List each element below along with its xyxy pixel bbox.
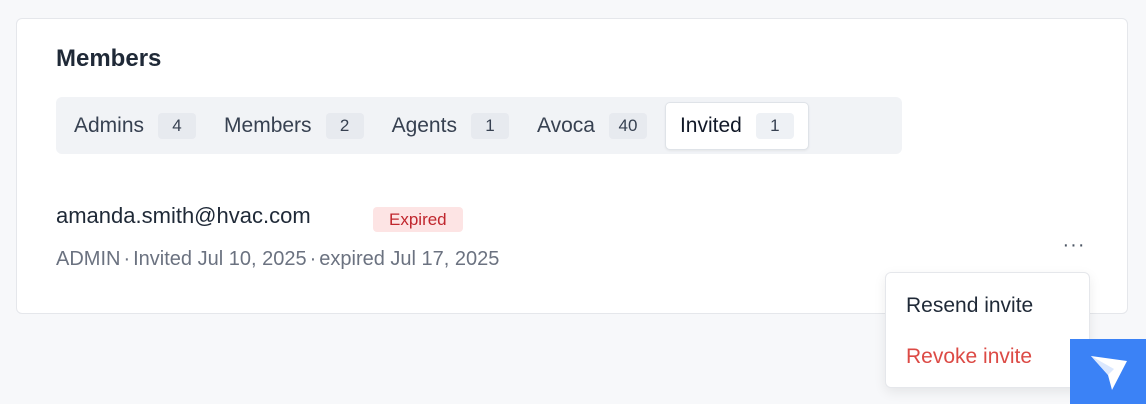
more-actions-button[interactable]: ··· <box>1054 235 1094 263</box>
meta-separator: · <box>309 248 317 270</box>
tab-label: Members <box>224 113 312 137</box>
invite-expired-date: expired Jul 17, 2025 <box>319 248 500 270</box>
tab-count: 2 <box>325 112 364 139</box>
tab-count: 40 <box>608 112 647 139</box>
tab-label: Invited <box>679 113 742 137</box>
tab-label: Admins <box>74 113 145 137</box>
tab-invited[interactable]: Invited 1 <box>664 101 809 150</box>
tab-count: 4 <box>158 112 197 139</box>
tab-label: Agents <box>391 113 457 137</box>
tab-count: 1 <box>470 112 509 139</box>
tab-label: Avoca <box>536 113 595 137</box>
row-actions-menu: Resend invite Revoke invite <box>885 272 1090 388</box>
invite-email: amanda.smith@hvac.com <box>56 203 311 228</box>
meta-separator: · <box>123 248 131 270</box>
send-fab-button[interactable] <box>1070 339 1146 404</box>
status-badge: Expired <box>373 207 463 232</box>
tab-members[interactable]: Members 2 <box>210 102 378 150</box>
tab-avoca[interactable]: Avoca 40 <box>523 102 661 150</box>
invite-meta: ADMIN · Invited Jul 10, 2025 · expired Jul 1… <box>56 248 499 271</box>
revoke-invite-menu-item[interactable]: Revoke invite <box>906 345 1032 369</box>
invite-role: ADMIN <box>56 248 121 270</box>
resend-invite-menu-item[interactable]: Resend invite <box>906 294 1033 318</box>
tab-agents[interactable]: Agents 1 <box>378 102 523 150</box>
invite-row: amanda.smith@hvac.com Expired ADMIN · Invi… <box>56 201 1086 281</box>
members-card: Members Admins 4 Members 2 Agents 1 Avoc… <box>16 18 1128 314</box>
send-arrow-icon <box>1091 356 1127 390</box>
tab-count: 1 <box>755 112 794 139</box>
member-tabs: Admins 4 Members 2 Agents 1 Avoca 40 Inv… <box>56 97 902 154</box>
section-title: Members <box>56 45 162 72</box>
invite-invited-date: Invited Jul 10, 2025 <box>133 248 307 270</box>
tab-admins[interactable]: Admins 4 <box>60 102 210 150</box>
